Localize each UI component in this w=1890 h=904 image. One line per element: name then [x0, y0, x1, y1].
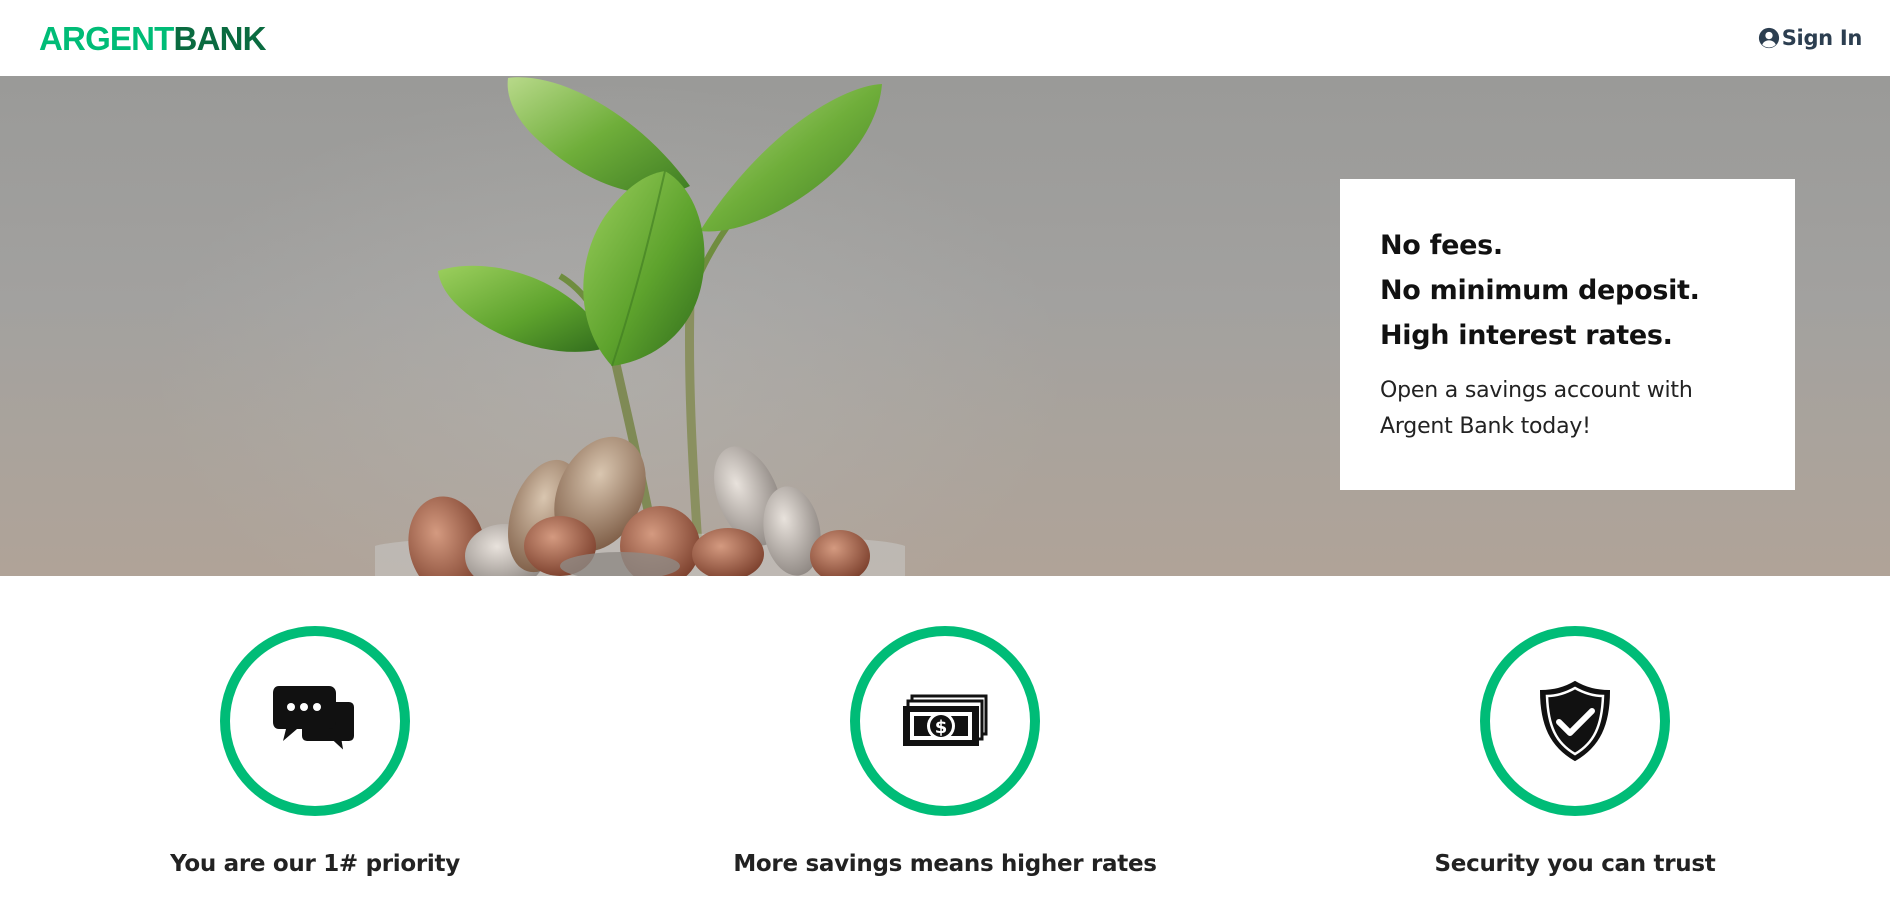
hero-promo-card: No fees. No minimum deposit. High intere… — [1340, 179, 1795, 490]
argent-bank-logo[interactable]: ARGENTBANK — [39, 22, 266, 55]
logo-argent-text: ARGENT — [39, 19, 174, 57]
feature-title: You are our 1# priority — [170, 851, 460, 877]
sign-in-link[interactable]: Sign In — [1758, 26, 1862, 50]
feature-item: Security you can trust — [1260, 576, 1890, 904]
hero-subtitle: No fees. — [1380, 230, 1503, 261]
feature-icon-ring: $ — [850, 626, 1040, 816]
feature-icon-ring — [220, 626, 410, 816]
hero-subtitle: No minimum deposit. — [1380, 275, 1700, 306]
feature-item: $ More savings means higher rates — [630, 576, 1260, 904]
security-shield-icon — [1539, 680, 1611, 762]
features-section: You are our 1# priority $ More savings m… — [0, 576, 1890, 904]
hero-text: Open a savings account with Argent Bank … — [1380, 378, 1693, 439]
feature-title: Security you can trust — [1434, 851, 1716, 877]
main-nav: ARGENTBANK Sign In — [0, 0, 1890, 76]
money-icon: $ — [902, 694, 988, 748]
logo-text: ARGENTBANK — [39, 22, 266, 55]
hero-subtitle: High interest rates. — [1380, 320, 1673, 351]
feature-icon-ring — [1480, 626, 1670, 816]
feature-title: More savings means higher rates — [733, 851, 1157, 877]
feature-item: You are our 1# priority — [0, 576, 630, 904]
svg-text:$: $ — [935, 717, 948, 738]
logo-bank-text: BANK — [173, 19, 267, 57]
chat-icon — [273, 684, 357, 758]
sign-in-label: Sign In — [1781, 26, 1863, 50]
user-circle-icon — [1758, 27, 1780, 49]
hero-banner: No fees. No minimum deposit. High intere… — [0, 76, 1890, 576]
